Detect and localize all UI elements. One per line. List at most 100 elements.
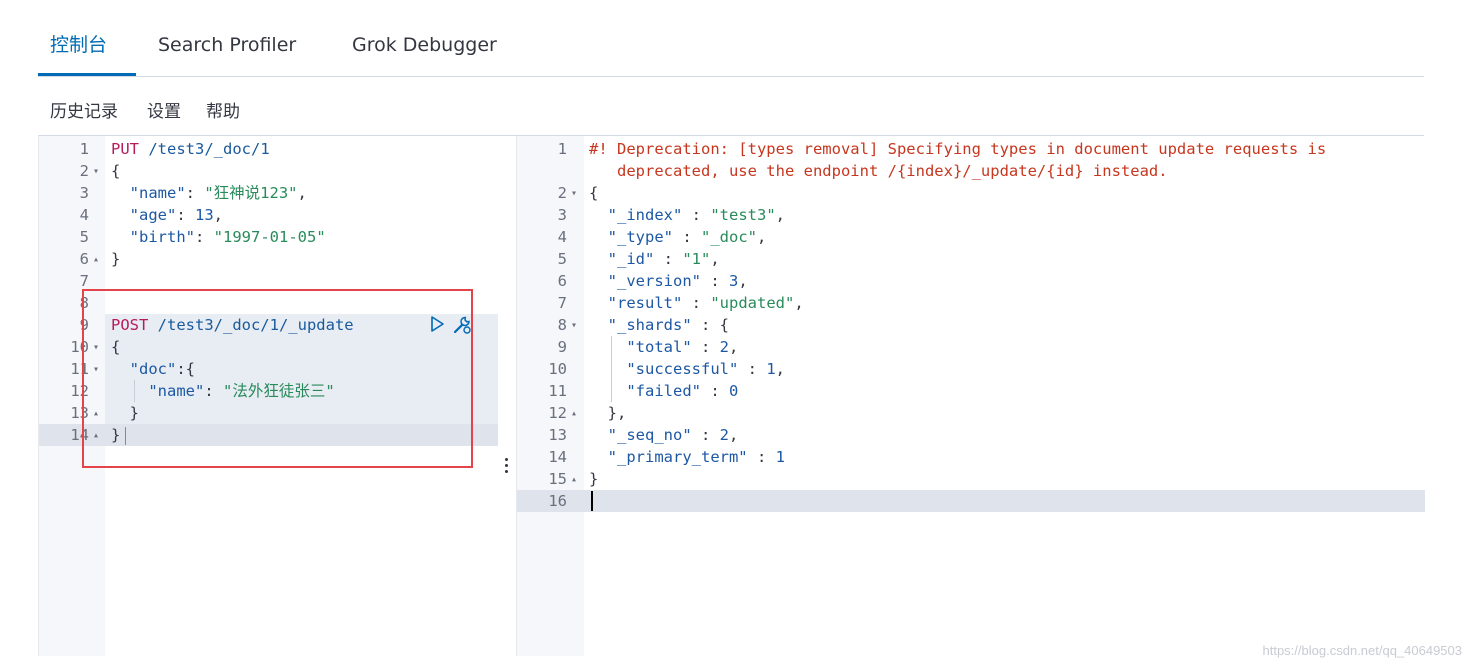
code-token-punc: : [682, 206, 711, 224]
line-number: 13 [548, 426, 567, 444]
code-token-punc: : [654, 250, 683, 268]
line-number: 4 [557, 228, 567, 246]
code-token-key: "failed" [589, 382, 701, 400]
line-number: 1 [557, 140, 567, 158]
code-line: 1 #! Deprecation: [types removal] Specify… [517, 138, 1425, 160]
code-token-punc: , [775, 360, 785, 378]
code-token-num: 1 [766, 360, 776, 378]
annotation-highlight-box [82, 289, 473, 468]
code-line: 11 "failed" : 0 [517, 380, 1425, 402]
line-number: 3 [79, 184, 89, 202]
code-token-punc: : [738, 360, 767, 378]
code-token-num: 1 [775, 448, 785, 466]
code-token-punc: : [700, 382, 729, 400]
code-token-punc: : [195, 228, 214, 246]
code-token-key: "_version" [589, 272, 701, 290]
code-token-punc: : [682, 294, 711, 312]
code-text: "_seq_no" : 2, [589, 424, 739, 446]
code-token-punc: : [185, 184, 205, 202]
code-text: "successful" : 1, [589, 358, 785, 380]
fold-close-icon[interactable]: ▴ [571, 469, 577, 491]
settings-menu-item[interactable]: 设置 [147, 100, 181, 124]
code-token-punc: , [775, 206, 785, 224]
code-token-punc: { [111, 162, 121, 180]
code-text: "birth": "1997-01-05" [111, 226, 326, 248]
code-text: }, [589, 402, 627, 424]
fold-open-icon[interactable]: ▾ [571, 183, 577, 205]
fold-open-icon[interactable]: ▾ [571, 315, 577, 337]
code-line: 4 "age": 13, [39, 204, 498, 226]
line-number: 14 [548, 448, 567, 466]
code-token-key: "name" [111, 184, 186, 202]
code-text: { [111, 160, 120, 182]
line-number: 15 [548, 470, 567, 488]
code-token-str: "1997-01-05" [213, 228, 326, 246]
code-text: } [111, 248, 120, 270]
code-token-punc: { [589, 184, 599, 202]
code-token-warn: #! Deprecation: [types removal] Specifyi… [589, 140, 1327, 158]
code-line: deprecated, use the endpoint /{index}/_u… [517, 160, 1425, 182]
top-tabs: 控制台 Search Profiler Grok Debugger [38, 24, 1424, 77]
code-token-str: "_doc" [701, 228, 757, 246]
code-text: "_id" : "1", [589, 248, 720, 270]
response-viewer[interactable]: 1 #! Deprecation: [types removal] Specify… [516, 136, 1425, 656]
tab-search-profiler[interactable]: Search Profiler [158, 32, 296, 58]
line-number: 5 [79, 228, 89, 246]
code-text: "result" : "updated", [589, 292, 804, 314]
line-number: 10 [548, 360, 567, 378]
code-token-str: "1" [682, 250, 711, 268]
line-number: 7 [557, 294, 567, 312]
code-line: 16 [517, 490, 1425, 512]
code-token-punc: } [589, 470, 599, 488]
pane-resize-handle[interactable] [503, 455, 509, 475]
line-number: 6 [557, 272, 567, 290]
help-menu-item[interactable]: 帮助 [206, 100, 240, 124]
code-line: 5 "_id" : "1", [517, 248, 1425, 270]
code-token-punc: , [794, 294, 804, 312]
line-number: 2 [79, 162, 89, 180]
fold-open-icon[interactable]: ▾ [93, 161, 99, 183]
code-token-key: "_id" [589, 250, 655, 268]
line-number: 11 [548, 382, 567, 400]
code-line: 4 "_type" : "_doc", [517, 226, 1425, 248]
response-cursor [591, 491, 593, 511]
tab-console[interactable]: 控制台 [50, 32, 107, 58]
code-text: "_primary_term" : 1 [589, 446, 785, 468]
code-token-key: "result" [589, 294, 683, 312]
response-code: 1 #! Deprecation: [types removal] Specify… [517, 138, 1425, 658]
code-token-punc: : [747, 448, 776, 466]
code-token-punc: , [738, 272, 748, 290]
line-number: 12 [548, 404, 567, 422]
line-number: 9 [557, 338, 567, 356]
code-token-punc: : { [691, 316, 729, 334]
history-menu-item[interactable]: 历史记录 [50, 100, 118, 124]
line-number: 2 [557, 184, 567, 202]
code-line: 3 "_index" : "test3", [517, 204, 1425, 226]
code-token-punc: : [691, 426, 720, 444]
code-token-punc: , [757, 228, 767, 246]
code-token-str: "狂神说123" [204, 184, 298, 202]
code-text: "_type" : "_doc", [589, 226, 767, 248]
code-line: 14 "_primary_term" : 1 [517, 446, 1425, 468]
code-line: 9 "total" : 2, [517, 336, 1425, 358]
code-text: #! Deprecation: [types removal] Specifyi… [589, 138, 1326, 160]
line-number: 5 [557, 250, 567, 268]
code-token-key: "_index" [589, 206, 683, 224]
tab-grok-debugger[interactable]: Grok Debugger [352, 32, 497, 58]
line-number: 16 [548, 492, 567, 510]
line-number: 6 [79, 250, 89, 268]
code-text: "_version" : 3, [589, 270, 748, 292]
code-token-punc: , [729, 338, 739, 356]
fold-close-icon[interactable]: ▴ [571, 403, 577, 425]
code-line: 6 ▴} [39, 248, 498, 270]
code-token-url: /test3/_doc/1 [139, 140, 270, 158]
code-token-str: "updated" [710, 294, 795, 312]
code-token-punc: , [710, 250, 720, 268]
code-text: "_shards" : { [589, 314, 729, 336]
code-token-key: "birth" [111, 228, 195, 246]
code-line: 10 "successful" : 1, [517, 358, 1425, 380]
code-token-punc: : [700, 272, 729, 290]
fold-close-icon[interactable]: ▴ [93, 249, 99, 271]
code-token-key: "_primary_term" [589, 448, 748, 466]
code-token-num: 2 [719, 338, 729, 356]
